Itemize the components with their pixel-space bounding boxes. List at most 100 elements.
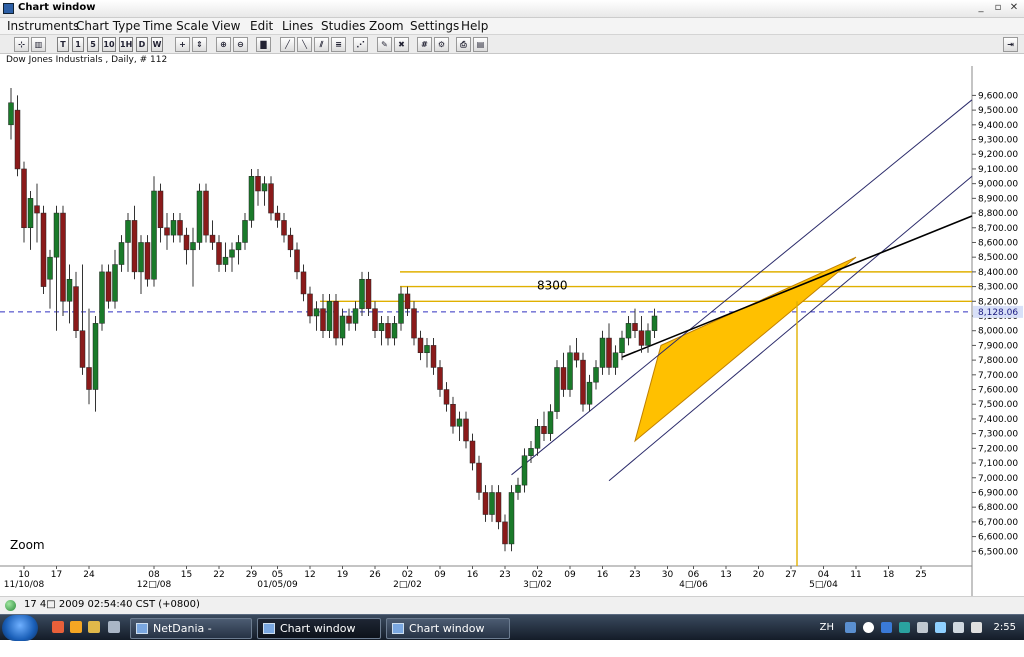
candle-body: [391, 323, 398, 339]
task-netdania-label: NetDania - Financ...: [153, 622, 212, 654]
task-chart-window-1[interactable]: Chart window: [257, 618, 381, 639]
y-tick-label: 8,000.00: [978, 327, 1018, 337]
x-tick-label: 11: [850, 570, 861, 580]
help-icon[interactable]: [863, 622, 874, 633]
menu-edit[interactable]: Edit: [250, 19, 273, 33]
menu-time-scale[interactable]: Time Scale: [143, 19, 208, 33]
timeframe-5min-button[interactable]: 5: [87, 37, 99, 52]
y-tick-label: 8,800.00: [978, 209, 1018, 219]
menu-chart-type[interactable]: Chart Type: [76, 19, 140, 33]
price-chart[interactable]: 6,500.00 6,600.00 6,700.00 6,800.00 6,900.00…: [0, 66, 1024, 596]
line-tool-2-icon[interactable]: ╲: [297, 37, 312, 52]
menu-settings[interactable]: Settings: [410, 19, 459, 33]
minimize-button[interactable]: _: [974, 1, 988, 15]
candle-body: [164, 227, 170, 236]
y-tick-label: 7,100.00: [978, 459, 1018, 469]
candle-body: [404, 293, 411, 309]
candle-body: [216, 242, 222, 265]
start-button[interactable]: [2, 615, 38, 641]
timeframe-1h-button[interactable]: 1H: [119, 37, 133, 52]
menu-view[interactable]: View: [212, 19, 240, 33]
candle-body: [151, 190, 157, 280]
delete-lines-icon[interactable]: ✖: [394, 37, 409, 52]
x-month-label: 12□/08: [137, 580, 172, 590]
y-tick-label: 9,300.00: [978, 136, 1018, 146]
menu-lines[interactable]: Lines: [282, 19, 313, 33]
tray-icon-5[interactable]: [917, 622, 928, 633]
line-tool-3-icon[interactable]: ⫽: [314, 37, 329, 52]
x-tick-label: 13: [720, 570, 731, 580]
fibonacci-icon[interactable]: ⋰: [353, 37, 368, 52]
grid-icon[interactable]: #: [417, 37, 432, 52]
print-preview-icon[interactable]: ▤: [473, 37, 488, 52]
candle-body: [365, 278, 372, 309]
tray-icon-6[interactable]: [935, 622, 946, 633]
zoom-out-icon[interactable]: ⊖: [233, 37, 248, 52]
chart-caption: Dow Jones Industrials , Daily, # 112: [6, 55, 168, 65]
candle-body: [450, 403, 456, 427]
line-tool-4-icon[interactable]: ≡: [331, 37, 346, 52]
restore-button[interactable]: ▫: [991, 1, 1005, 15]
menu-help[interactable]: Help: [461, 19, 488, 33]
candle-body: [47, 256, 53, 280]
quicklaunch-browser-icon[interactable]: [52, 621, 64, 633]
quicklaunch-firefox-icon[interactable]: [70, 621, 82, 633]
tray-network-icon[interactable]: [899, 622, 910, 633]
menu-studies[interactable]: Studies: [321, 19, 366, 33]
speaker-icon[interactable]: [971, 622, 982, 633]
line-tool-1-icon[interactable]: ╱: [280, 37, 295, 52]
language-indicator[interactable]: ZH: [820, 622, 834, 633]
system-tray: ZH 2:55: [814, 615, 1024, 641]
y-tick-label: 7,600.00: [978, 386, 1018, 396]
cursor-cross-icon[interactable]: +: [175, 37, 190, 52]
candle-body: [274, 212, 281, 221]
x-month-label: 3□/02: [523, 580, 552, 590]
candle-body: [326, 301, 333, 331]
y-tick-label: 9,500.00: [978, 106, 1018, 116]
window-titlebar[interactable]: Chart window _ ▫ ✕: [0, 0, 1024, 18]
timeframe-tick-button[interactable]: T: [57, 37, 69, 52]
zoom-in-icon[interactable]: ⊕: [216, 37, 231, 52]
candle-body: [625, 323, 632, 339]
timeframe-daily-button[interactable]: D: [136, 37, 148, 52]
pencil-icon[interactable]: ✎: [377, 37, 392, 52]
candle-body: [495, 492, 502, 523]
timeframe-1min-button[interactable]: 1: [72, 37, 84, 52]
tray-app-icon[interactable]: [845, 622, 856, 633]
print-icon[interactable]: ⎙: [456, 37, 471, 52]
chart-type-icon[interactable]: ▥: [31, 37, 46, 52]
candle-body: [190, 242, 196, 251]
candle-body: [599, 337, 606, 368]
candle-body: [417, 337, 424, 354]
candle-body: [489, 492, 495, 515]
candle-body: [27, 198, 34, 229]
candle-body: [352, 308, 359, 324]
candle-body: [86, 367, 92, 390]
tray-icon-7[interactable]: [953, 622, 964, 633]
candle-body: [424, 345, 430, 354]
candle-body: [242, 220, 248, 243]
close-button[interactable]: ✕: [1007, 1, 1021, 15]
x-month-label: 2□/02: [393, 580, 422, 590]
quicklaunch-folder-icon[interactable]: [88, 621, 100, 633]
task-chart-window-1-label: Chart window: [280, 622, 356, 635]
task-chart-window-2[interactable]: Chart window: [386, 618, 510, 639]
task-netdania[interactable]: NetDania - Financ...: [130, 618, 252, 654]
tray-ime-icon[interactable]: [881, 622, 892, 633]
scroll-icon[interactable]: ⇕: [192, 37, 207, 52]
menu-instruments[interactable]: Instruments: [7, 19, 79, 33]
dock-icon[interactable]: ⇥: [1003, 37, 1018, 52]
bar-chart-icon[interactable]: ▇: [256, 37, 271, 52]
candle-body: [60, 212, 66, 302]
timeframe-10min-button[interactable]: 10: [102, 37, 116, 52]
quicklaunch-more-icon[interactable]: [108, 621, 120, 633]
crosshair-icon[interactable]: ⊹: [14, 37, 29, 52]
candle-body: [534, 426, 541, 449]
timeframe-weekly-button[interactable]: W: [151, 37, 163, 52]
menu-zoom[interactable]: Zoom: [369, 19, 404, 33]
settings-icon[interactable]: ⚙: [434, 37, 449, 52]
candle-body: [144, 242, 151, 280]
candle-body: [632, 323, 638, 331]
x-month-label: 5□/04: [809, 580, 838, 590]
candle-body: [34, 205, 40, 214]
